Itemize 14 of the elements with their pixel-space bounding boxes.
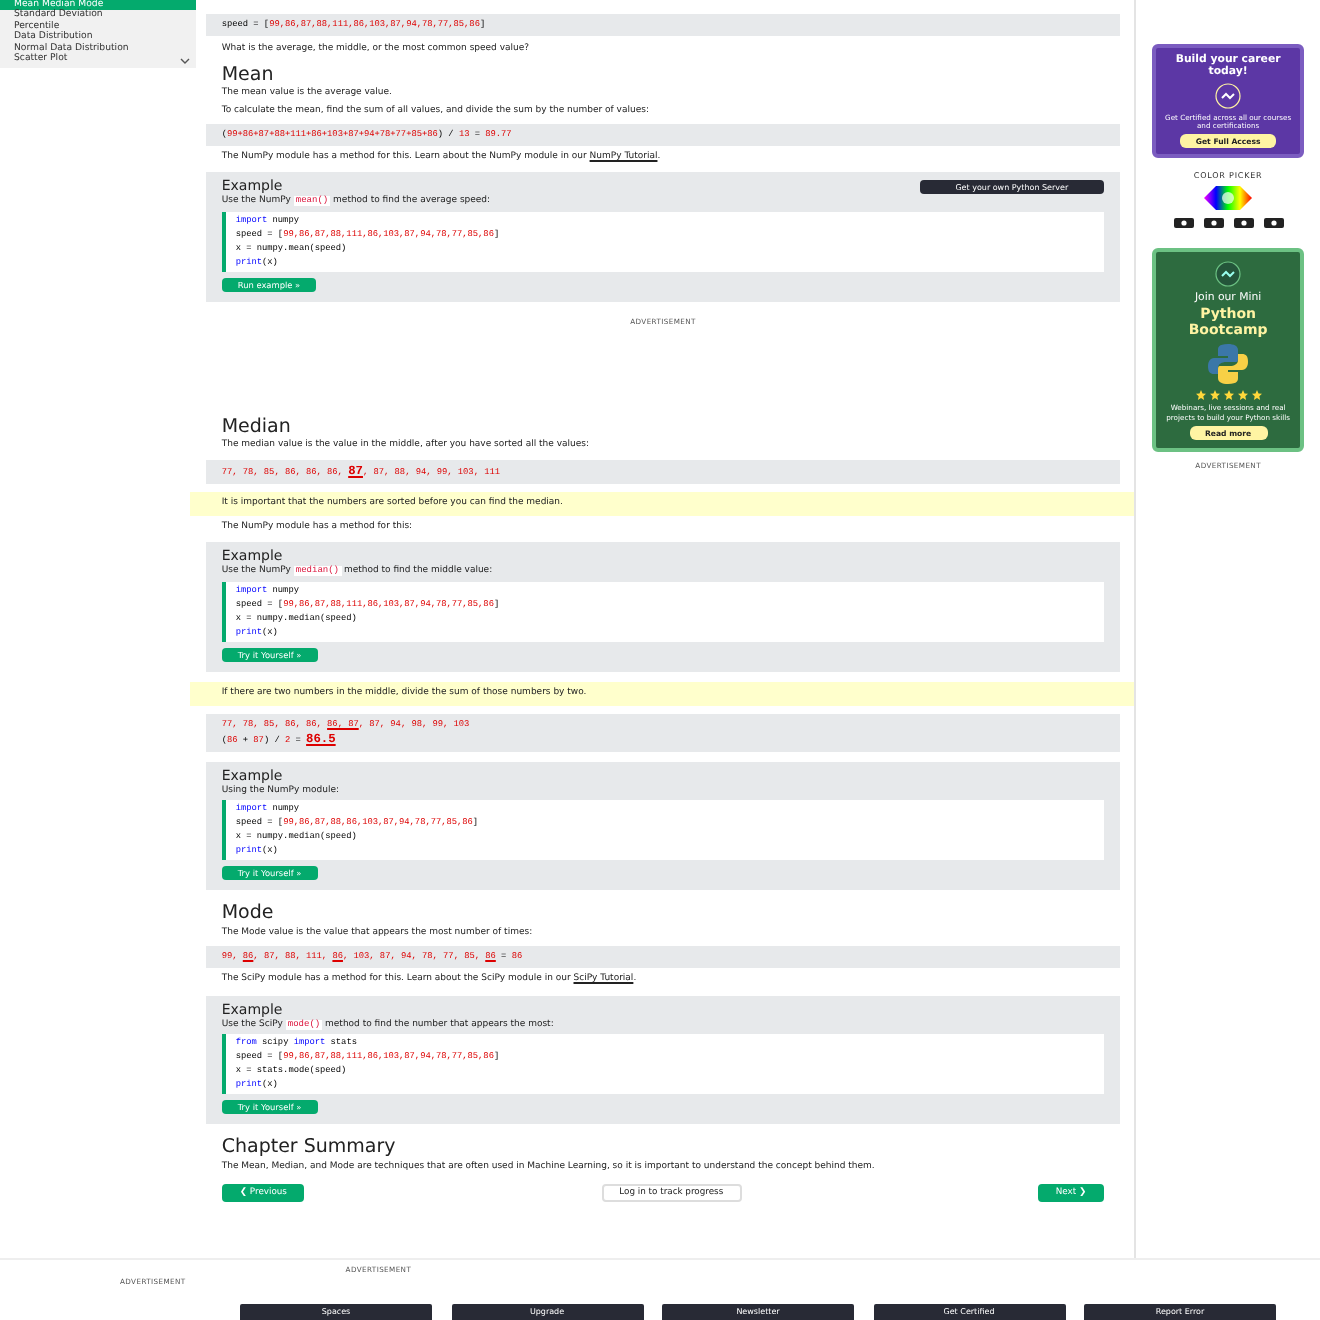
logo-icon — [1214, 82, 1243, 110]
color-wheel-icon[interactable] — [1204, 186, 1253, 211]
star-icon — [1195, 390, 1206, 401]
star-icon — [1237, 390, 1248, 401]
section-heading: Mode — [219, 900, 276, 925]
section-heading: Median — [219, 413, 293, 438]
scroll-caret-icon[interactable] — [179, 58, 190, 65]
logo-icon — [1214, 260, 1243, 289]
section-heading: Chapter Summary — [219, 1134, 398, 1159]
star-icon — [1209, 390, 1220, 401]
python-logo-icon — [1206, 342, 1251, 387]
star-icon — [1223, 390, 1234, 401]
star-icon — [1251, 390, 1262, 401]
section-heading: Mean — [219, 61, 276, 86]
